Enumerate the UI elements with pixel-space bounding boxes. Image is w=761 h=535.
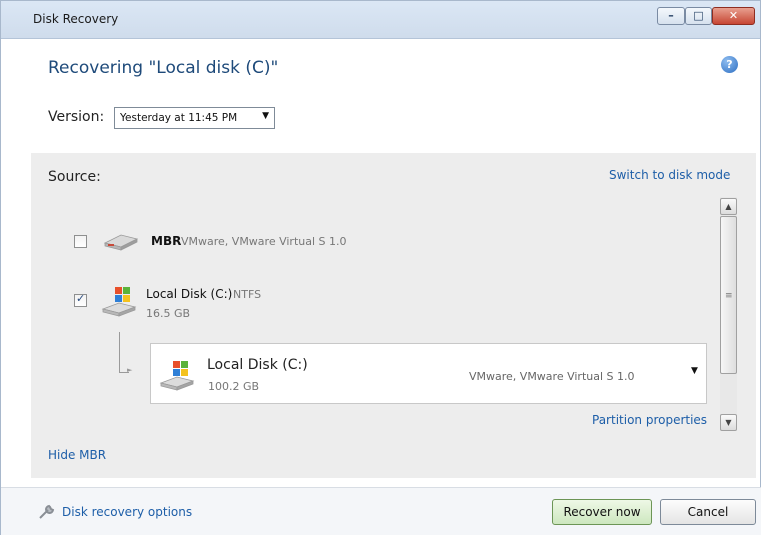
minimize-icon: –: [668, 9, 674, 22]
local-disk-size: 16.5 GB: [146, 307, 191, 320]
maximize-icon: □: [693, 9, 704, 22]
target-partition-title: Local Disk (C:): [207, 357, 308, 373]
disk-recovery-window: Disk Recovery – □ ✕ Recovering "Local di…: [0, 0, 761, 535]
disk-recovery-options-link[interactable]: Disk recovery options: [62, 505, 192, 519]
maximize-button[interactable]: □: [685, 7, 712, 25]
version-selected-value: Yesterday at 11:45 PM: [120, 112, 238, 124]
mbr-checkbox[interactable]: [74, 235, 87, 248]
scrollbar-thumb[interactable]: ≡: [720, 216, 737, 374]
windows-disk-icon: [101, 287, 137, 317]
hard-drive-icon: [103, 234, 139, 251]
partition-properties-link[interactable]: Partition properties: [592, 413, 707, 427]
window-title: Disk Recovery: [33, 12, 119, 26]
page-title: Recovering "Local disk (C)": [48, 58, 279, 78]
arrow-right-icon: ►: [127, 366, 133, 374]
target-partition-vendor: VMware, VMware Virtual S 1.0: [469, 370, 635, 383]
question-icon[interactable]: ?: [721, 56, 738, 73]
title-bar[interactable]: Disk Recovery – □ ✕: [1, 1, 760, 39]
close-button[interactable]: ✕: [712, 7, 755, 25]
scroll-up-button[interactable]: ▲: [720, 198, 737, 215]
cancel-button[interactable]: Cancel: [660, 499, 756, 525]
local-disk-filesystem: NTFS: [233, 288, 262, 301]
grip-icon: ≡: [725, 291, 733, 301]
chevron-down-icon[interactable]: ▼: [691, 366, 698, 376]
wrench-icon: [39, 504, 55, 519]
local-disk-title: Local Disk (C:): [146, 287, 233, 301]
close-icon: ✕: [728, 9, 739, 22]
chevron-down-icon: ▼: [725, 418, 732, 427]
hide-mbr-link[interactable]: Hide MBR: [48, 448, 106, 462]
mbr-subtitle: VMware, VMware Virtual S 1.0: [181, 235, 347, 248]
source-label: Source:: [48, 169, 101, 185]
mbr-title: MBR: [151, 234, 182, 248]
local-disk-checkbox[interactable]: ✓: [74, 292, 87, 307]
checkmark-icon: ✓: [76, 292, 86, 305]
dropdown-arrow-icon: ▼: [262, 111, 269, 121]
version-label: Version:: [48, 109, 105, 125]
scroll-down-button[interactable]: ▼: [720, 414, 737, 431]
tree-connector: [119, 332, 120, 372]
recover-now-button[interactable]: Recover now: [552, 499, 652, 525]
target-partition-size: 100.2 GB: [208, 380, 260, 393]
windows-disk-icon: [159, 361, 195, 391]
chevron-up-icon: ▲: [725, 202, 732, 211]
switch-to-disk-mode-link[interactable]: Switch to disk mode: [609, 168, 730, 182]
minimize-button[interactable]: –: [657, 7, 685, 25]
source-panel: [31, 153, 756, 478]
version-select[interactable]: Yesterday at 11:45 PM ▼: [114, 107, 275, 129]
